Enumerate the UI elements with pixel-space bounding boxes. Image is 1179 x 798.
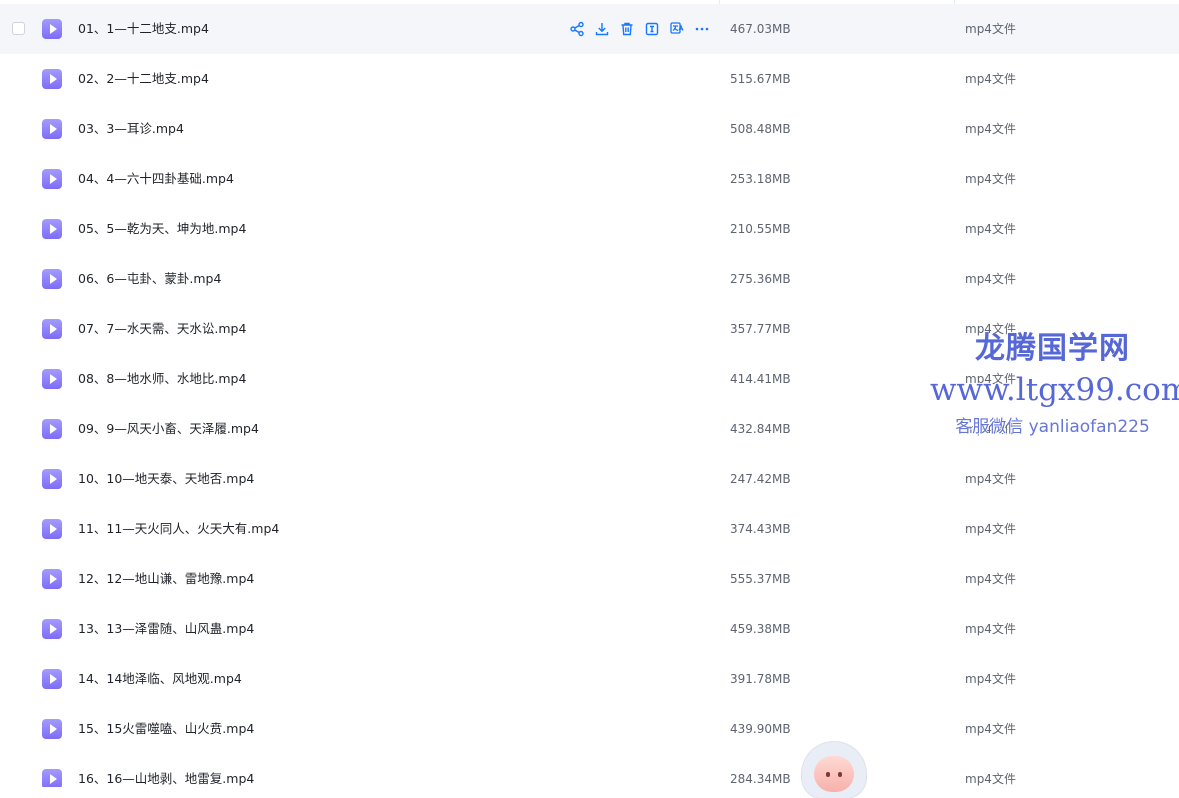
- file-name[interactable]: 14、14地泽临、风地观.mp4: [78, 654, 242, 704]
- download-icon[interactable]: [594, 21, 610, 37]
- video-file-icon: [42, 69, 62, 89]
- file-type: mp4文件: [965, 122, 1016, 136]
- file-size: 284.34MB: [730, 772, 791, 786]
- file-size: 459.38MB: [730, 622, 791, 636]
- video-file-icon: [42, 19, 62, 39]
- file-name[interactable]: 11、11—天火同人、火天大有.mp4: [78, 504, 279, 554]
- file-row[interactable]: 11、11—天火同人、火天大有.mp4 374.43MB mp4文件: [0, 504, 1179, 554]
- file-size: 210.55MB: [730, 222, 791, 236]
- file-name[interactable]: 02、2—十二地支.mp4: [78, 54, 209, 104]
- file-row[interactable]: 16、16—山地剥、地雷复.mp4 284.34MB mp4文件: [0, 754, 1179, 787]
- file-row[interactable]: 05、5—乾为天、坤为地.mp4 210.55MB mp4文件: [0, 204, 1179, 254]
- file-row[interactable]: 13、13—泽雷随、山风蛊.mp4 459.38MB mp4文件: [0, 604, 1179, 654]
- file-size: 555.37MB: [730, 572, 791, 586]
- row-checkbox[interactable]: [12, 22, 25, 35]
- delete-icon[interactable]: [619, 21, 635, 37]
- file-size: 253.18MB: [730, 172, 791, 186]
- file-size: 508.48MB: [730, 122, 791, 136]
- file-type: mp4文件: [965, 222, 1016, 236]
- translate-icon[interactable]: [669, 21, 685, 37]
- file-list: 01、1—十二地支.mp4 467.03MB mp4文件 02、2—十二地支.mp4 5…: [0, 0, 1179, 787]
- file-type: mp4文件: [965, 72, 1016, 86]
- file-size: 391.78MB: [730, 672, 791, 686]
- more-icon[interactable]: [694, 21, 710, 37]
- video-file-icon: [42, 519, 62, 539]
- video-file-icon: [42, 619, 62, 639]
- video-file-icon: [42, 319, 62, 339]
- file-type: mp4文件: [965, 722, 1016, 736]
- file-type: mp4文件: [965, 172, 1016, 186]
- file-row[interactable]: 15、15火雷噬嗑、山火贲.mp4 439.90MB mp4文件: [0, 704, 1179, 754]
- file-row[interactable]: 12、12—地山谦、雷地豫.mp4 555.37MB mp4文件: [0, 554, 1179, 604]
- mascot-eye: [838, 772, 842, 777]
- file-name[interactable]: 03、3—耳诊.mp4: [78, 104, 184, 154]
- file-name[interactable]: 01、1—十二地支.mp4: [78, 4, 209, 54]
- file-name[interactable]: 08、8—地水师、水地比.mp4: [78, 354, 246, 404]
- file-row[interactable]: 03、3—耳诊.mp4 508.48MB mp4文件: [0, 104, 1179, 154]
- file-row[interactable]: 09、9—风天小畜、天泽履.mp4 432.84MB mp4文件: [0, 404, 1179, 454]
- file-row[interactable]: 04、4—六十四卦基础.mp4 253.18MB mp4文件: [0, 154, 1179, 204]
- file-size: 247.42MB: [730, 472, 791, 486]
- video-file-icon: [42, 269, 62, 289]
- video-file-icon: [42, 569, 62, 589]
- file-size: 439.90MB: [730, 722, 791, 736]
- file-row[interactable]: 08、8—地水师、水地比.mp4 414.41MB mp4文件: [0, 354, 1179, 404]
- file-size: 467.03MB: [730, 22, 791, 36]
- file-type: mp4文件: [965, 572, 1016, 586]
- mascot-eye: [826, 772, 830, 777]
- video-file-icon: [42, 419, 62, 439]
- file-name[interactable]: 15、15火雷噬嗑、山火贲.mp4: [78, 704, 254, 754]
- rename-icon[interactable]: [644, 21, 660, 37]
- file-name[interactable]: 12、12—地山谦、雷地豫.mp4: [78, 554, 254, 604]
- file-type: mp4文件: [965, 772, 1016, 786]
- file-row[interactable]: 06、6—屯卦、蒙卦.mp4 275.36MB mp4文件: [0, 254, 1179, 304]
- file-type: mp4文件: [965, 522, 1016, 536]
- file-size: 432.84MB: [730, 422, 791, 436]
- file-row[interactable]: 02、2—十二地支.mp4 515.67MB mp4文件: [0, 54, 1179, 104]
- file-type: mp4文件: [965, 372, 1016, 386]
- file-name[interactable]: 04、4—六十四卦基础.mp4: [78, 154, 234, 204]
- file-row[interactable]: 10、10—地天泰、天地否.mp4 247.42MB mp4文件: [0, 454, 1179, 504]
- row-actions: [569, 21, 710, 37]
- file-name[interactable]: 16、16—山地剥、地雷复.mp4: [78, 754, 254, 787]
- file-row[interactable]: 14、14地泽临、风地观.mp4 391.78MB mp4文件: [0, 654, 1179, 704]
- file-type: mp4文件: [965, 672, 1016, 686]
- video-file-icon: [42, 219, 62, 239]
- file-row[interactable]: 07、7—水天需、天水讼.mp4 357.77MB mp4文件: [0, 304, 1179, 354]
- file-size: 275.36MB: [730, 272, 791, 286]
- file-name[interactable]: 13、13—泽雷随、山风蛊.mp4: [78, 604, 254, 654]
- file-size: 357.77MB: [730, 322, 791, 336]
- file-type: mp4文件: [965, 422, 1016, 436]
- file-type: mp4文件: [965, 622, 1016, 636]
- video-file-icon: [42, 669, 62, 689]
- file-name[interactable]: 05、5—乾为天、坤为地.mp4: [78, 204, 246, 254]
- video-file-icon: [42, 369, 62, 389]
- file-type: mp4文件: [965, 322, 1016, 336]
- file-name[interactable]: 07、7—水天需、天水讼.mp4: [78, 304, 246, 354]
- video-file-icon: [42, 769, 62, 787]
- video-file-icon: [42, 119, 62, 139]
- assistant-mascot-icon[interactable]: [800, 740, 868, 798]
- file-name[interactable]: 10、10—地天泰、天地否.mp4: [78, 454, 254, 504]
- file-size: 374.43MB: [730, 522, 791, 536]
- file-row[interactable]: 01、1—十二地支.mp4 467.03MB mp4文件: [0, 4, 1179, 54]
- video-file-icon: [42, 719, 62, 739]
- share-icon[interactable]: [569, 21, 585, 37]
- file-name[interactable]: 06、6—屯卦、蒙卦.mp4: [78, 254, 221, 304]
- video-file-icon: [42, 169, 62, 189]
- file-type: mp4文件: [965, 472, 1016, 486]
- file-type: mp4文件: [965, 272, 1016, 286]
- video-file-icon: [42, 469, 62, 489]
- file-size: 414.41MB: [730, 372, 791, 386]
- file-size: 515.67MB: [730, 72, 791, 86]
- file-type: mp4文件: [965, 22, 1016, 36]
- file-name[interactable]: 09、9—风天小畜、天泽履.mp4: [78, 404, 259, 454]
